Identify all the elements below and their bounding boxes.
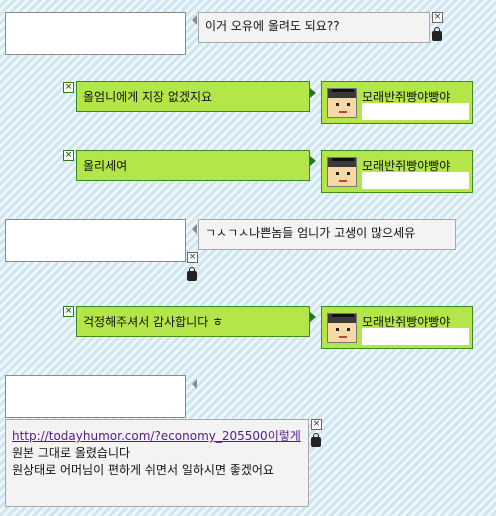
- bubble-pointer-left: [192, 224, 197, 234]
- comment-text: 원본 그대로 올렸습니다: [12, 446, 131, 460]
- post-link[interactable]: http://todayhumor.com/?economy_205500이렇게: [12, 429, 301, 443]
- avatar: [327, 313, 357, 343]
- author-nick-box: [5, 12, 186, 55]
- comment-text: 이거 오유에 올려도 되요??: [205, 19, 340, 33]
- bubble-pointer-right: [310, 312, 316, 322]
- my-comment: 올엄니에게 지장 없겠지요: [76, 81, 310, 112]
- delete-icon[interactable]: ×: [187, 252, 198, 263]
- reply-comment: 이거 오유에 올려도 되요??: [198, 12, 430, 43]
- comment-text: 올엄니에게 지장 없겠지요: [83, 90, 213, 104]
- delete-icon[interactable]: ×: [63, 150, 74, 161]
- author-card: 모래반쥐빵야빵야: [321, 306, 473, 349]
- avatar: [327, 157, 357, 187]
- avatar: [327, 88, 357, 118]
- author-extra-box: [362, 103, 469, 120]
- reply-comment: http://todayhumor.com/?economy_205500이렇게…: [5, 419, 309, 507]
- lock-icon[interactable]: [187, 267, 197, 281]
- author-nick-box: [5, 375, 186, 418]
- author-extra-box: [362, 172, 469, 189]
- comment-text: 올리세여: [83, 159, 128, 173]
- author-card: 모래반쥐빵야빵야: [321, 150, 473, 193]
- author-card: 모래반쥐빵야빵야: [321, 81, 473, 124]
- bubble-pointer-right: [310, 156, 316, 166]
- author-extra-box: [362, 328, 469, 345]
- bubble-pointer-left: [192, 379, 197, 389]
- comment-text: ㄱㅅㄱㅅ나쁜놈들 엄니가 고생이 많으세유: [205, 226, 416, 240]
- my-comment: 올리세여: [76, 150, 310, 181]
- author-nick-box: [5, 219, 186, 262]
- bubble-pointer-left: [192, 15, 197, 25]
- comment-text: 걱정해주셔서 감사합니다 ㅎ: [83, 315, 224, 329]
- delete-icon[interactable]: ×: [63, 82, 74, 93]
- comment-text-line2: 원상태로 어머님이 편하게 쉬면서 일하시면 좋겠어요: [12, 463, 274, 477]
- delete-icon[interactable]: ×: [63, 306, 74, 317]
- lock-icon[interactable]: [432, 27, 442, 41]
- reply-comment: ㄱㅅㄱㅅ나쁜놈들 엄니가 고생이 많으세유: [198, 219, 456, 250]
- delete-icon[interactable]: ×: [432, 12, 443, 23]
- bubble-pointer-right: [310, 88, 316, 98]
- lock-icon[interactable]: [311, 433, 321, 447]
- my-comment: 걱정해주셔서 감사합니다 ㅎ: [76, 306, 310, 337]
- delete-icon[interactable]: ×: [311, 419, 322, 430]
